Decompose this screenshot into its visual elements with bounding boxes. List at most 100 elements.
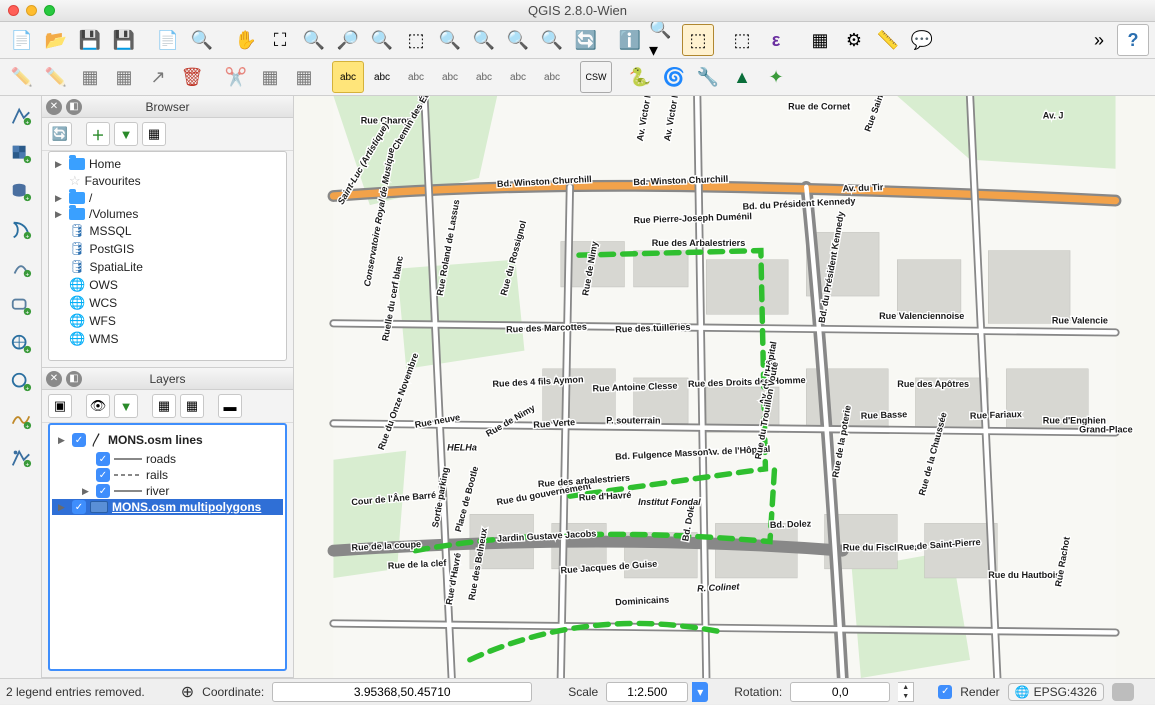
layers-expand-button[interactable]: ▦ [152,394,176,418]
edit-toggle-button[interactable]: ✏️ [6,61,38,93]
layer-item[interactable]: ▶✓〳MONS.osm lines [52,429,283,451]
python-console-button[interactable]: 🐍 [624,61,656,93]
rotation-input[interactable] [790,682,890,702]
browser-item[interactable]: 🌐WFS [51,312,284,330]
browser-filter-button[interactable]: ▼ [114,122,138,146]
label-tool-7[interactable]: abc [536,61,568,93]
coordinate-input[interactable] [272,682,532,702]
add-oracle-layer-button[interactable]: + [5,290,37,322]
layer-item[interactable]: ▶✓MONS.osm multipolygons [52,499,283,515]
layers-tree[interactable]: ▶✓〳MONS.osm lines✓roads✓rails▶✓river▶✓MO… [48,423,287,671]
browser-item[interactable]: 🌐WMS [51,330,284,348]
zoom-in-button[interactable]: 🔍 [298,24,330,56]
layers-add-group-button[interactable]: ▣ [48,394,72,418]
identify-button[interactable]: ℹ️ [614,24,646,56]
add-postgis-layer-button[interactable]: + [5,176,37,208]
browser-item[interactable]: 🛢MSSQL [51,222,284,240]
browser-item[interactable]: ▶/Volumes [51,206,284,222]
select-button[interactable]: ⬚ [682,24,714,56]
label-tool-2[interactable]: abc [366,61,398,93]
add-vector-layer-button[interactable]: + [5,100,37,132]
field-calculator-button[interactable]: ⚙ [838,24,870,56]
paste-button[interactable]: ▦ [288,61,320,93]
add-mssql-layer-button[interactable]: + [5,252,37,284]
browser-refresh-button[interactable]: 🔄 [48,122,72,146]
toggle-extents-icon[interactable]: ⊕ [181,682,194,702]
pan-to-selection-button[interactable]: ⛶ [264,24,296,56]
zoom-last-button[interactable]: 🔍 [502,24,534,56]
plugin-2-button[interactable]: 🔧 [692,61,724,93]
csw-button[interactable]: CSW [580,61,612,93]
add-spatialite-layer-button[interactable]: + [5,214,37,246]
layers-visibility-button[interactable]: 👁 [86,394,110,418]
browser-item[interactable]: ☆Favourites [51,172,284,190]
open-project-button[interactable]: 📂 [40,24,72,56]
zoom-layer-button[interactable]: 🔍 [468,24,500,56]
new-project-button[interactable]: 📄 [6,24,38,56]
open-attribute-table-button[interactable]: ▦ [804,24,836,56]
browser-collapse-button[interactable]: ▦ [142,122,166,146]
move-feature-button[interactable]: ▦ [108,61,140,93]
save-edits-button[interactable]: ✏️ [40,61,72,93]
deselect-button[interactable]: ⬚ [726,24,758,56]
layer-item[interactable]: ✓roads [52,451,283,467]
copy-button[interactable]: ▦ [254,61,286,93]
zoom-next-button[interactable]: 🔍 [536,24,568,56]
add-delimited-text-layer-button[interactable]: + [5,442,37,474]
add-raster-layer-button[interactable]: + [5,138,37,170]
save-as-button[interactable]: 💾 [108,24,140,56]
layer-checkbox[interactable]: ✓ [72,500,86,514]
refresh-button[interactable]: 🔄 [570,24,602,56]
layer-checkbox[interactable]: ✓ [96,484,110,498]
layers-filter-button[interactable]: ▼ [114,394,138,418]
browser-item[interactable]: ▶Home [51,156,284,172]
composer-manager-button[interactable]: 🔍 [186,24,218,56]
save-project-button[interactable]: 💾 [74,24,106,56]
label-tool-6[interactable]: abc [502,61,534,93]
layers-collapse-button[interactable]: ▦ [180,394,204,418]
messages-button[interactable] [1112,683,1134,701]
map-canvas[interactable]: Rue CharonChemin des ÉtangsAv. Victor Ma… [294,96,1155,678]
toolbar-overflow-button[interactable]: » [1083,24,1115,56]
add-wcs-layer-button[interactable]: + [5,366,37,398]
rotation-spinner[interactable]: ▲▼ [898,682,914,702]
browser-item[interactable]: 🌐WCS [51,294,284,312]
zoom-selection-button[interactable]: 🔍 [434,24,466,56]
zoom-native-button[interactable]: 🔍 [366,24,398,56]
plugin-4-button[interactable]: ✦ [760,61,792,93]
layers-panel-header[interactable]: ✕ ◧ Layers [42,368,293,390]
new-print-composer-button[interactable]: 📄 [152,24,184,56]
help-button[interactable]: ? [1117,24,1149,56]
browser-panel-header[interactable]: ✕ ◧ Browser [42,96,293,118]
layers-remove-button[interactable]: ▬ [218,394,242,418]
pan-button[interactable]: ✋ [230,24,262,56]
browser-add-button[interactable]: ＋ [86,122,110,146]
label-tool-4[interactable]: abc [434,61,466,93]
scale-input[interactable] [606,682,688,702]
measure-button[interactable]: 📏 [872,24,904,56]
browser-item[interactable]: ▶/ [51,190,284,206]
layer-item[interactable]: ✓rails [52,467,283,483]
delete-selected-button[interactable]: 🗑 [176,61,208,93]
label-tool-3[interactable]: abc [400,61,432,93]
add-feature-button[interactable]: ▦ [74,61,106,93]
layer-checkbox[interactable]: ✓ [96,468,110,482]
add-wms-layer-button[interactable]: + [5,328,37,360]
plugin-1-button[interactable]: 🌀 [658,61,690,93]
node-tool-button[interactable]: ↗ [142,61,174,93]
layer-checkbox[interactable]: ✓ [96,452,110,466]
identify-dropdown-button[interactable]: 🔍▾ [648,24,680,56]
zoom-full-button[interactable]: ⬚ [400,24,432,56]
plugin-3-button[interactable]: ▲ [726,61,758,93]
expression-select-button[interactable]: ε [760,24,792,56]
render-checkbox[interactable]: ✓ [938,685,952,699]
browser-item[interactable]: 🛢PostGIS [51,240,284,258]
label-tool-5[interactable]: abc [468,61,500,93]
map-tips-button[interactable]: 💬 [906,24,938,56]
add-wfs-layer-button[interactable]: + [5,404,37,436]
browser-item[interactable]: 🛢SpatiaLite [51,258,284,276]
crs-button[interactable]: 🌐 EPSG:4326 [1008,683,1104,701]
layer-checkbox[interactable]: ✓ [72,433,86,447]
layer-item[interactable]: ▶✓river [52,483,283,499]
scale-dropdown-button[interactable]: ▾ [692,682,708,702]
